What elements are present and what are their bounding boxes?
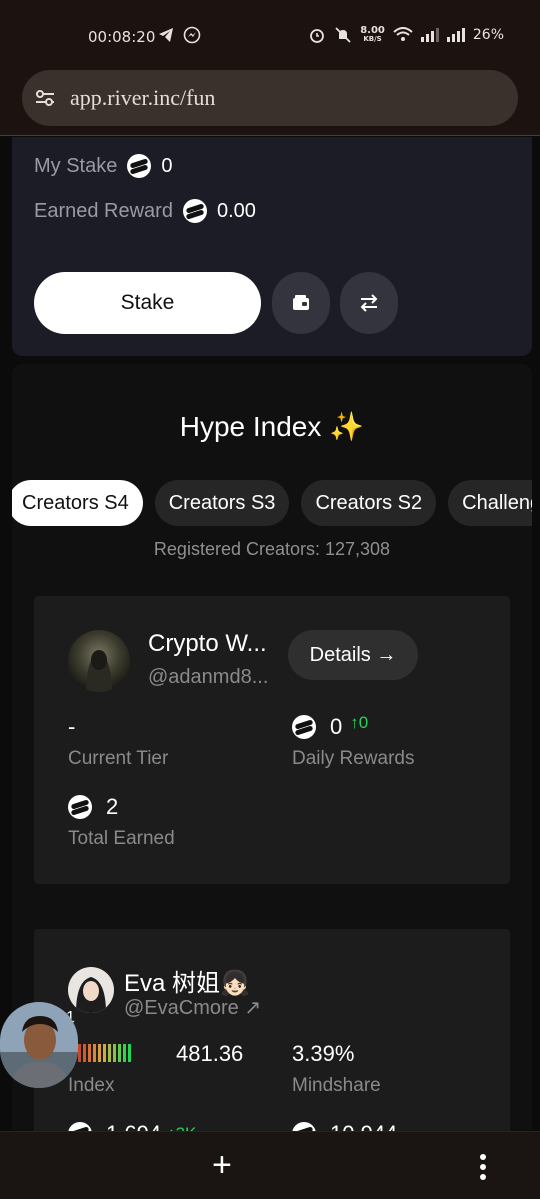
- messenger-icon: [183, 26, 201, 44]
- net-speed: 8.00 KB/S: [360, 25, 385, 44]
- creator-name[interactable]: Eva 树姐👧🏻: [124, 963, 250, 998]
- creator-name[interactable]: Crypto W...: [148, 630, 267, 658]
- my-stake-value: 0: [161, 154, 173, 177]
- tab-challenge[interactable]: Challenge: [448, 480, 532, 526]
- sparkle-icon: ✨: [329, 411, 365, 442]
- earned-reward-value: 0.00: [216, 199, 256, 222]
- mindshare-label: Mindshare: [292, 1075, 381, 1096]
- status-right: 8.00 KB/S 26%: [308, 26, 504, 44]
- season-tabs: Creators S4 Creators S3 Creators S2 Chal…: [12, 480, 532, 526]
- status-bar: 00:08:20 8.00 KB/S 26%: [0, 0, 540, 68]
- signal-icon-2: [446, 28, 465, 42]
- total-earned-value: 2: [68, 794, 118, 820]
- index-value: 481.36: [176, 1041, 244, 1066]
- tab-creators-s3[interactable]: Creators S3: [154, 480, 290, 526]
- current-tier-label: Current Tier: [68, 748, 169, 769]
- stake-card: My Stake 0 Earned Reward 0.00 Stake: [12, 137, 532, 356]
- url-bar[interactable]: app.river.inc/fun: [22, 70, 518, 126]
- mute-icon: [335, 27, 351, 43]
- creator-handle[interactable]: @adanmd8...: [148, 666, 268, 689]
- floating-avatar[interactable]: [0, 1002, 78, 1088]
- leaderboard-card[interactable]: 1 Eva 树姐👧🏻 @EvaCmore ↗ 481.36 Index 3.39…: [34, 929, 510, 1144]
- index-label: Index: [68, 1075, 115, 1096]
- wifi-icon: [393, 27, 413, 41]
- daily-rewards-amount: 0: [330, 714, 343, 739]
- alarm-icon: [310, 29, 325, 43]
- total-earned-label: Total Earned: [68, 828, 175, 849]
- river-coin-icon: [182, 199, 207, 223]
- river-coin-icon: [68, 795, 92, 819]
- more-menu-icon[interactable]: [476, 1152, 490, 1182]
- daily-rewards-change: ↑0: [350, 713, 369, 732]
- hooded-figure-image: [86, 650, 112, 692]
- my-stake-row: My Stake 0: [34, 154, 172, 178]
- new-tab-plus-icon[interactable]: +: [212, 1146, 232, 1185]
- details-button[interactable]: Details →: [288, 630, 418, 680]
- avatar: [68, 967, 114, 1013]
- swap-icon: [360, 294, 378, 312]
- browser-bottom-bar: +: [0, 1131, 540, 1199]
- telegram-icon: [159, 28, 173, 42]
- wallet-button[interactable]: [272, 272, 330, 334]
- swap-button[interactable]: [340, 272, 398, 334]
- notification-icons: [157, 26, 201, 44]
- wallet-icon: [293, 295, 309, 310]
- tab-creators-s2[interactable]: Creators S2: [301, 480, 437, 526]
- signal-icon: [420, 28, 439, 42]
- hype-title: Hype Index ✨: [12, 410, 532, 443]
- hype-index-section: Hype Index ✨ Creators S4 Creators S3 Crea…: [12, 364, 532, 1144]
- mindshare-value: 3.39%: [292, 1041, 355, 1066]
- creator-handle[interactable]: @EvaCmore ↗: [124, 995, 261, 1020]
- profile-photo-image: [76, 977, 106, 1013]
- avatar: [68, 630, 130, 692]
- current-tier-value: -: [68, 714, 76, 739]
- total-earned-amount: 2: [106, 794, 119, 819]
- my-creator-card: Crypto W... @adanmd8... Details → - Curr…: [34, 596, 510, 884]
- url-text[interactable]: app.river.inc/fun: [70, 85, 215, 111]
- browser-toolbar: app.river.inc/fun: [0, 68, 540, 136]
- river-coin-icon: [127, 154, 152, 178]
- river-coin-icon: [292, 715, 316, 739]
- site-settings-icon[interactable]: [34, 88, 56, 108]
- daily-rewards-value: 0 ↑0: [292, 713, 369, 740]
- earned-reward-label: Earned Reward: [34, 199, 173, 222]
- earned-reward-row: Earned Reward 0.00: [34, 199, 256, 223]
- battery-level: 26%: [472, 27, 504, 43]
- person-photo-image: [0, 1002, 78, 1088]
- stake-button[interactable]: Stake: [34, 272, 261, 334]
- registered-creators: Registered Creators: 127,308: [153, 539, 391, 559]
- daily-rewards-label: Daily Rewards: [292, 748, 415, 769]
- hype-title-text: Hype Index: [179, 411, 322, 442]
- status-time: 00:08:20: [88, 28, 156, 46]
- tab-creators-s4[interactable]: Creators S4: [12, 480, 143, 526]
- my-stake-label: My Stake: [34, 154, 118, 177]
